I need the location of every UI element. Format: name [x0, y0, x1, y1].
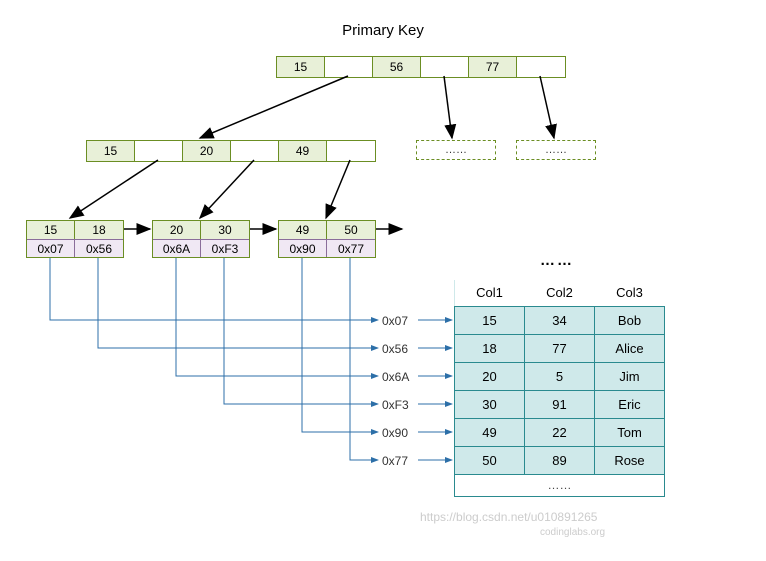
- btree-leaf-node: 15 18 0x07 0x56: [26, 220, 124, 258]
- addr-label: 0x90: [382, 426, 408, 440]
- watermark: https://blog.csdn.net/u010891265: [420, 510, 597, 524]
- table-row: 30 91 Eric: [455, 390, 665, 418]
- diagram-title: Primary Key: [342, 22, 424, 39]
- leaf-key: 15: [27, 221, 75, 239]
- root-key: 56: [373, 57, 421, 77]
- internal-key: 15: [87, 141, 135, 161]
- addr-label: 0x6A: [382, 370, 409, 384]
- leaf-addr: 0x90: [279, 239, 327, 257]
- table-header: Col2: [525, 280, 595, 306]
- btree-leaf-node: 49 50 0x90 0x77: [278, 220, 376, 258]
- leaf-addr: 0x6A: [153, 239, 201, 257]
- table-row: 50 89 Rose: [455, 446, 665, 474]
- root-key: 15: [277, 57, 325, 77]
- leaf-addr: 0xF3: [201, 239, 249, 257]
- addr-label: 0x77: [382, 454, 408, 468]
- addr-label: 0x07: [382, 314, 408, 328]
- table-row: 18 77 Alice: [455, 334, 665, 362]
- table-row: 20 5 Jim: [455, 362, 665, 390]
- leaf-addr: 0x56: [75, 239, 123, 257]
- btree-leaf-node: 20 30 0x6A 0xF3: [152, 220, 250, 258]
- leaf-key: 30: [201, 221, 249, 239]
- internal-ptr: [135, 141, 183, 161]
- root-ptr: [325, 57, 373, 77]
- placeholder-node: ……: [416, 140, 496, 160]
- leaf-key: 49: [279, 221, 327, 239]
- leaf-key: 18: [75, 221, 123, 239]
- ellipsis: ……: [540, 252, 574, 269]
- leaf-addr: 0x07: [27, 239, 75, 257]
- leaf-addr: 0x77: [327, 239, 375, 257]
- root-key: 77: [469, 57, 517, 77]
- internal-ptr: [231, 141, 279, 161]
- btree-root-node: 15 56 77: [276, 56, 566, 78]
- btree-internal-node: 15 20 49: [86, 140, 376, 162]
- internal-ptr: [327, 141, 375, 161]
- root-ptr: [421, 57, 469, 77]
- table-row: 49 22 Tom: [455, 418, 665, 446]
- internal-key: 20: [183, 141, 231, 161]
- table-header: Col1: [455, 280, 525, 306]
- data-table: Col1 Col2 Col3 15 34 Bob 18 77 Alice 20 …: [454, 280, 665, 497]
- watermark: codinglabs.org: [540, 527, 605, 538]
- table-row: 15 34 Bob: [455, 306, 665, 334]
- internal-key: 49: [279, 141, 327, 161]
- table-footer: ……: [455, 474, 665, 496]
- leaf-key: 50: [327, 221, 375, 239]
- root-ptr: [517, 57, 565, 77]
- addr-label: 0x56: [382, 342, 408, 356]
- leaf-key: 20: [153, 221, 201, 239]
- placeholder-node: ……: [516, 140, 596, 160]
- table-header: Col3: [595, 280, 665, 306]
- addr-label: 0xF3: [382, 398, 409, 412]
